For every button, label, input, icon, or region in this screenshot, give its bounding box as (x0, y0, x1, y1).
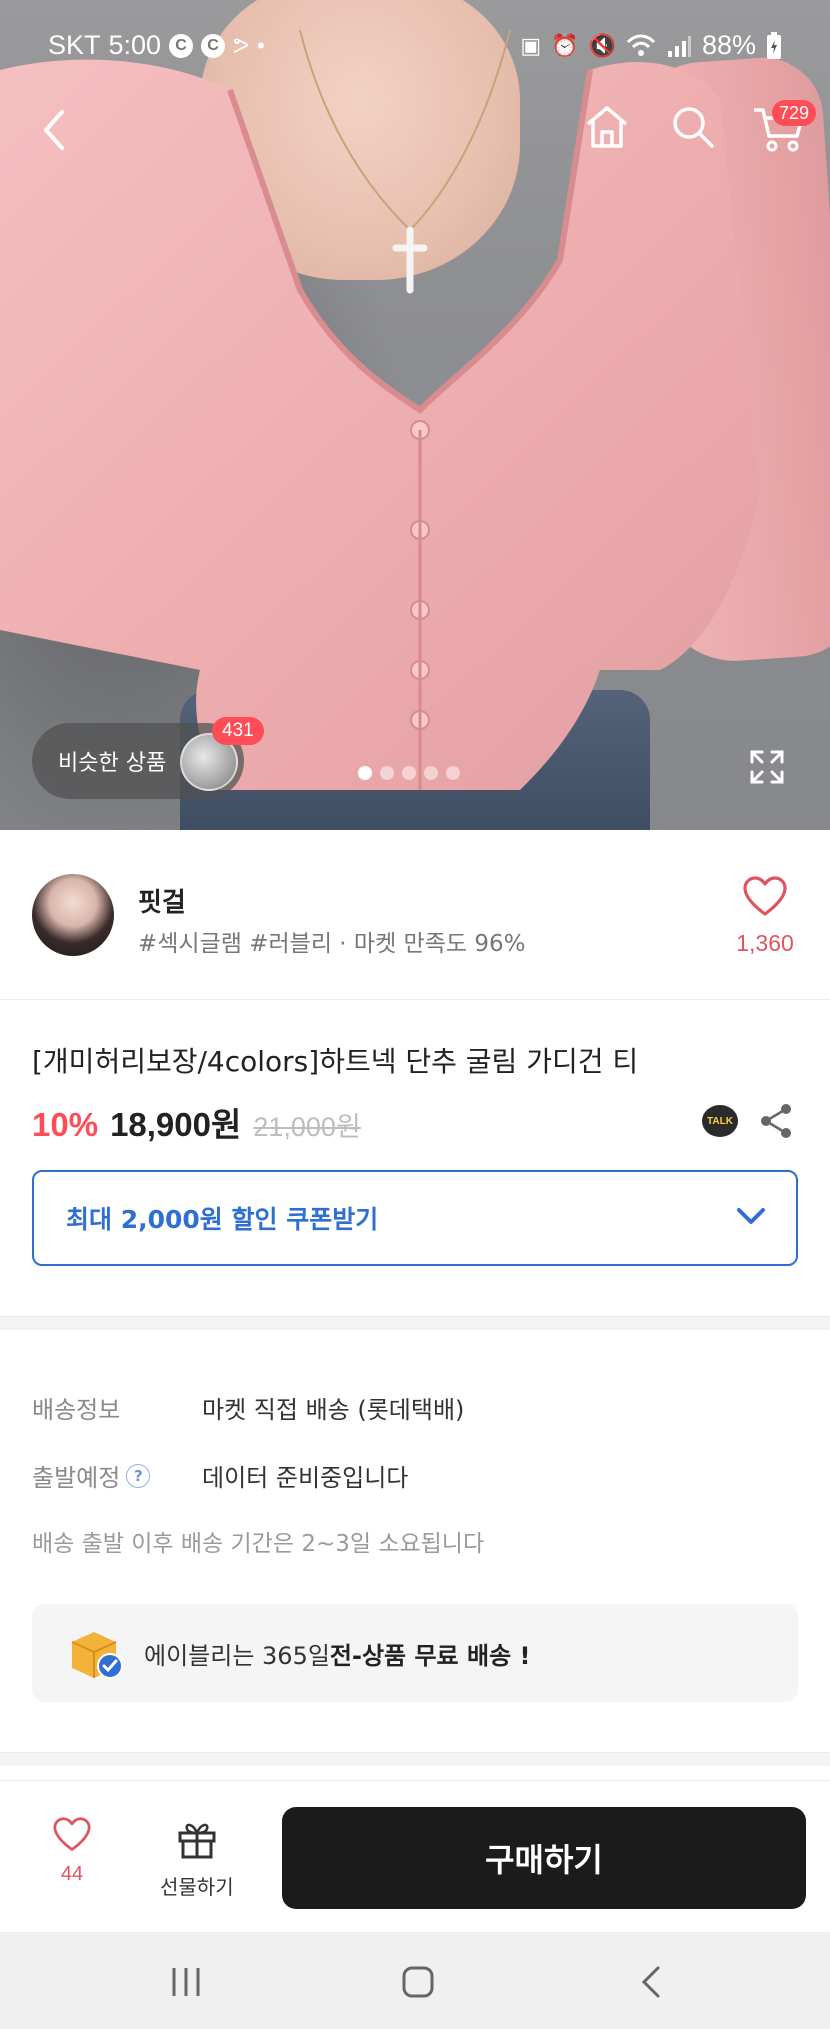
battery-saver-icon: ▣ (520, 32, 542, 58)
gift-icon (178, 1823, 216, 1859)
carrier-label: SKT (48, 30, 101, 60)
cart-count-badge: 729 (772, 100, 817, 126)
battery-icon (767, 31, 781, 59)
free-shipping-prefix: 에이블리는 365일 (144, 1641, 330, 1670)
delivery-box-icon (71, 1632, 123, 1679)
mute-icon: 🔇 (588, 32, 616, 58)
page-dot[interactable] (402, 766, 416, 780)
seller-row[interactable]: 핏걸 #섹시글램 #러블리 · 마켓 만족도 96% 1,360 (0, 830, 830, 1000)
discount-rate: 10% (32, 1106, 99, 1143)
system-nav-bar (0, 1932, 830, 2029)
gift-button[interactable]: 선물하기 (160, 1819, 234, 1900)
home-nav-icon[interactable] (398, 1962, 438, 2002)
shipping-info-row: 배송정보 마켓 직접 배송 (롯데택배) (32, 1390, 464, 1425)
page-dot[interactable] (380, 766, 394, 780)
help-icon[interactable]: ? (126, 1463, 151, 1488)
wifi-icon (626, 34, 656, 56)
page-dot[interactable] (358, 766, 372, 780)
search-icon[interactable] (668, 102, 718, 152)
share-icon[interactable] (758, 1102, 794, 1140)
heart-icon[interactable] (742, 876, 788, 918)
bottom-action-bar: 44 선물하기 구매하기 (0, 1780, 830, 1932)
expand-icon[interactable] (748, 748, 786, 786)
similar-count-badge: 431 (212, 717, 264, 745)
alarm-icon: ⏰ (551, 32, 579, 58)
top-nav (0, 90, 830, 170)
departure-label-wrap: 출발예정 ? (32, 1458, 202, 1493)
chevron-down-icon (737, 1208, 765, 1224)
departure-label: 출발예정 (32, 1464, 121, 1492)
page-dot[interactable] (446, 766, 460, 780)
page-dot[interactable] (424, 766, 438, 780)
wishlist-count: 44 (60, 1863, 84, 1885)
mustache-icon: ᕗ (233, 32, 250, 58)
shipping-note: 배송 출발 이후 배송 기간은 2~3일 소요됩니다 (32, 1531, 485, 1557)
recent-apps-icon[interactable] (166, 1962, 206, 2002)
talk-label: TALK (707, 1115, 733, 1127)
back-icon[interactable] (30, 100, 80, 160)
signal-icon (667, 35, 691, 57)
price-row: 10% 18,900원 21,000원 (32, 1098, 361, 1146)
wishlist-button[interactable]: 44 (52, 1817, 92, 1886)
seller-name[interactable]: 핏걸 (138, 882, 186, 919)
original-price: 21,000원 (253, 1112, 361, 1142)
home-icon[interactable] (582, 102, 632, 152)
seller-like-count: 1,360 (736, 930, 794, 956)
notification-icon: C (201, 33, 226, 58)
back-nav-icon[interactable] (632, 1962, 672, 2002)
status-bar: SKT 5:00 C C ᕗ • ▣ ⏰ 🔇 88% (0, 0, 830, 90)
coupon-label: 최대 2,000원 할인 쿠폰받기 (66, 1205, 379, 1234)
heart-icon (53, 1817, 91, 1851)
coupon-button[interactable]: 최대 2,000원 할인 쿠폰받기 (32, 1170, 798, 1266)
battery-level: 88% (701, 30, 756, 60)
product-title: [개미허리보장/4colors]하트넥 단추 굴림 가디건 티 (32, 1045, 639, 1078)
image-pagination (358, 766, 460, 780)
gift-label: 선물하기 (160, 1875, 234, 1899)
seller-avatar[interactable] (32, 874, 114, 956)
departure-row: 출발예정 ? 데이터 준비중입니다 (32, 1458, 408, 1493)
departure-value: 데이터 준비중입니다 (202, 1464, 409, 1492)
free-shipping-bold: 전-상품 무료 배송 ! (329, 1641, 531, 1670)
kakao-talk-icon[interactable]: TALK (702, 1105, 738, 1137)
shipping-info-value: 마켓 직접 배송 (롯데택배) (202, 1396, 465, 1424)
notification-icon: C (169, 33, 194, 58)
section-divider (0, 1316, 830, 1330)
more-dot-icon: • (257, 32, 265, 58)
sale-price: 18,900원 (110, 1106, 242, 1143)
shipping-info-label: 배송정보 (32, 1396, 121, 1424)
section-divider (0, 1752, 830, 1766)
seller-tags: #섹시글램 #러블리 · 마켓 만족도 96% (138, 931, 526, 957)
similar-products-label: 비슷한 상품 (58, 751, 167, 776)
clock: 5:00 (108, 30, 162, 60)
buy-button[interactable]: 구매하기 (282, 1807, 806, 1909)
free-shipping-banner: 에이블리는 365일 전-상품 무료 배송 ! (32, 1604, 798, 1702)
